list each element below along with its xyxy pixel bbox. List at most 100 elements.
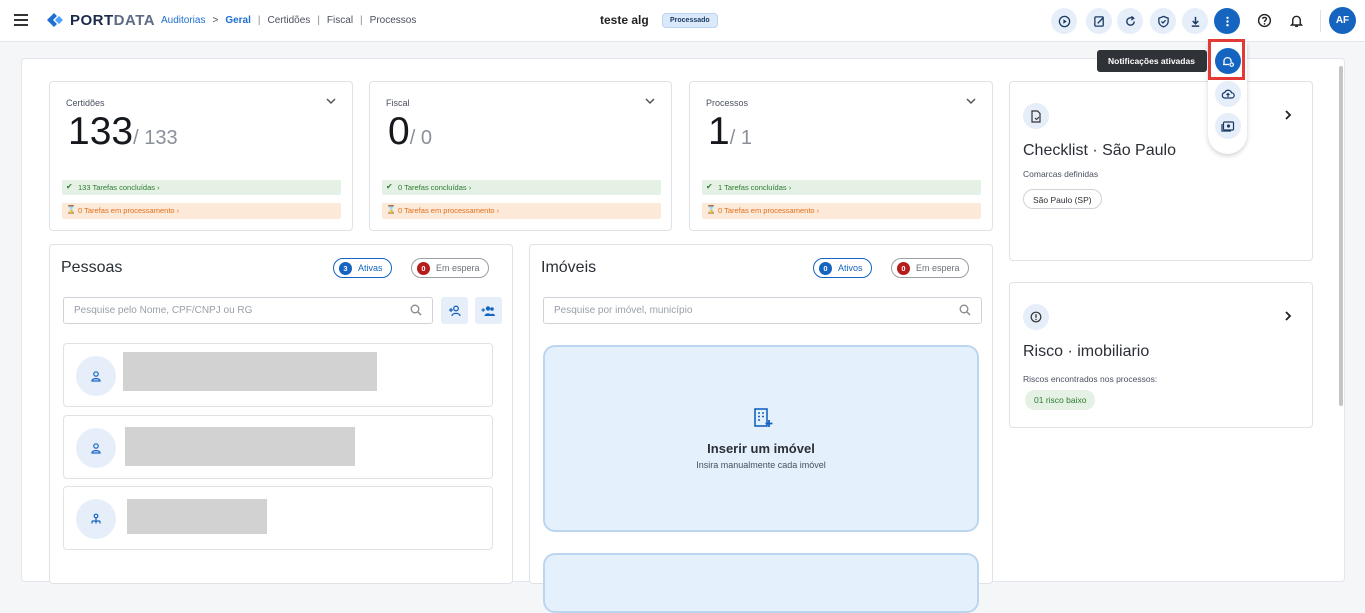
highlight-box [1208, 39, 1245, 80]
breadcrumb-certidoes[interactable]: Certidões [268, 15, 311, 26]
search-icon [410, 304, 422, 316]
checklist-icon-wrap [1023, 103, 1049, 129]
breadcrumb-separator: > [212, 15, 219, 26]
risco-card[interactable]: Risco · imobiliario Riscos encontrados n… [1009, 282, 1313, 428]
check-icon: ✔ [386, 182, 393, 191]
stat-card-processos[interactable]: Processos 1/ 1 ✔ 1 Tarefas concluídas › ⌛… [689, 81, 993, 231]
person-icon [91, 371, 101, 382]
help-button[interactable] [1253, 9, 1275, 31]
hourglass-icon: ⌛ [66, 205, 76, 214]
download-button[interactable] [1182, 8, 1208, 34]
logo-mark-icon [47, 13, 63, 27]
tasks-done-pill[interactable]: ✔ 0 Tarefas concluídas › [382, 180, 661, 195]
pessoas-search-input[interactable]: Pesquise pelo Nome, CPF/CNPJ ou RG [63, 297, 433, 324]
cloud-upload-icon [1221, 89, 1235, 99]
alert-circle-icon [1030, 311, 1042, 323]
checklist-subtitle: Comarcas definidas [1023, 169, 1099, 179]
edit-button[interactable] [1086, 8, 1112, 34]
more-options-button[interactable] [1214, 8, 1240, 34]
help-icon [1257, 13, 1271, 27]
play-icon [1058, 15, 1070, 27]
notifications-button[interactable] [1285, 9, 1307, 31]
imoveis-card: Imóveis 0 Ativos 0 Em espera Pesquise por … [529, 244, 993, 613]
insert-property-subtitle: Insira manualmente cada imóvel [696, 460, 826, 470]
notifications-tooltip: Notificações ativadas [1097, 50, 1207, 72]
person-avatar [76, 499, 116, 539]
avatar[interactable]: AF [1329, 7, 1356, 34]
shield-button[interactable] [1150, 8, 1176, 34]
logo-text: PORTDATA [70, 11, 156, 29]
stat-value: 1/ 1 [708, 110, 752, 153]
play-button[interactable] [1051, 8, 1077, 34]
person-avatar [76, 356, 116, 396]
breadcrumb-processos[interactable]: Processos [370, 15, 417, 26]
search-icon [959, 304, 971, 316]
chevron-right-icon[interactable] [1285, 110, 1292, 120]
add-person-button[interactable] [441, 297, 468, 324]
chevron-down-icon[interactable] [645, 98, 655, 105]
filter-label: Em espera [916, 263, 960, 273]
active-filter[interactable]: 3 Ativas [333, 258, 392, 278]
person-item[interactable] [63, 415, 493, 479]
stat-label: Processos [706, 98, 749, 108]
active-filter[interactable]: 0 Ativos [813, 258, 872, 278]
chevron-down-icon[interactable] [966, 98, 976, 105]
imoveis-search-input[interactable]: Pesquise por imóvel, município [543, 297, 982, 324]
stat-label: Fiscal [386, 98, 410, 108]
chevron-down-icon[interactable] [326, 98, 336, 105]
insert-property-card[interactable]: Inserir um imóvel Insira manualmente cad… [543, 345, 979, 532]
stat-value: 133/ 133 [68, 110, 178, 153]
waiting-filter[interactable]: 0 Em espera [891, 258, 969, 278]
stat-label: Certidões [66, 98, 105, 108]
checklist-card[interactable]: Checklist · São Paulo Comarcas definidas… [1009, 81, 1313, 261]
waiting-filter[interactable]: 0 Em espera [411, 258, 489, 278]
document-check-icon [1031, 109, 1041, 123]
tasks-processing-pill[interactable]: ⌛ 0 Tarefas em processamento › [702, 203, 981, 219]
section-title: Pessoas [61, 259, 123, 276]
stat-card-certidoes[interactable]: Certidões 133/ 133 ✔ 133 Tarefas concluíd… [49, 81, 353, 231]
add-group-button[interactable] [475, 297, 502, 324]
count-badge: 0 [417, 261, 430, 275]
import-property-card[interactable] [543, 553, 979, 613]
person-item[interactable] [63, 486, 493, 550]
search-placeholder: Pesquise pelo Nome, CPF/CNPJ ou RG [74, 305, 253, 316]
filter-label: Em espera [436, 263, 480, 273]
count-badge: 0 [819, 261, 832, 275]
refresh-button[interactable] [1117, 8, 1143, 34]
risco-title: Risco · imobiliario [1023, 343, 1150, 360]
tasks-done-pill[interactable]: ✔ 133 Tarefas concluídas › [62, 180, 341, 195]
status-badge: Processado [662, 13, 718, 28]
add-group-icon [481, 305, 495, 316]
stat-total: / 1 [729, 127, 752, 149]
section-title: Imóveis [541, 259, 597, 276]
person-avatar [76, 428, 116, 468]
stat-value: 0/ 0 [388, 110, 432, 153]
tasks-processing-pill[interactable]: ⌛ 0 Tarefas em processamento › [62, 203, 341, 219]
stat-card-fiscal[interactable]: Fiscal 0/ 0 ✔ 0 Tarefas concluídas › ⌛ 0 T… [369, 81, 672, 231]
filter-label: Ativos [838, 263, 863, 273]
page-title: teste alg [600, 13, 649, 27]
refresh-icon [1125, 15, 1135, 26]
check-icon: ✔ [66, 182, 73, 191]
person-item[interactable] [63, 343, 493, 407]
breadcrumb-auditorias[interactable]: Auditorias [161, 15, 205, 26]
breadcrumb-fiscal[interactable]: Fiscal [327, 15, 353, 26]
building-add-icon [754, 408, 773, 427]
stat-total: / 0 [409, 127, 432, 149]
shield-check-icon [1157, 15, 1169, 28]
photo-library-button[interactable] [1215, 113, 1241, 139]
menu-icon[interactable] [14, 14, 28, 26]
bell-icon [1289, 15, 1303, 27]
breadcrumb-geral[interactable]: Geral [225, 15, 251, 26]
cloud-upload-button[interactable] [1215, 81, 1241, 107]
logo[interactable]: PORTDATA [45, 11, 155, 29]
tasks-processing-pill[interactable]: ⌛ 0 Tarefas em processamento › [382, 203, 661, 219]
tasks-done-pill[interactable]: ✔ 1 Tarefas concluídas › [702, 180, 981, 195]
risco-subtitle: Riscos encontrados nos processos: [1023, 374, 1158, 384]
scrollbar[interactable] [1339, 66, 1343, 406]
risk-chip[interactable]: 01 risco baixo [1025, 390, 1096, 410]
comarca-chip[interactable]: São Paulo (SP) [1023, 189, 1102, 209]
photo-library-icon [1221, 121, 1235, 132]
chevron-right-icon[interactable] [1285, 311, 1292, 321]
breadcrumb-divider: | [257, 15, 261, 26]
